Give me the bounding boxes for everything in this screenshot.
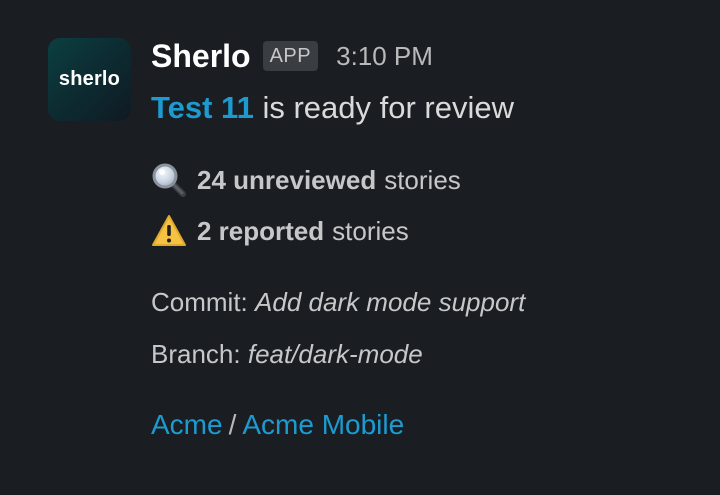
org-link[interactable]: Acme (151, 409, 223, 440)
unreviewed-count: 24 unreviewed (197, 164, 377, 195)
commit-value: Add dark mode support (255, 287, 526, 317)
unreviewed-suffix: stories (384, 164, 461, 195)
branch-value: feat/dark-mode (247, 339, 423, 369)
avatar[interactable]: sherlo (48, 38, 131, 121)
magnifying-glass-icon (151, 162, 189, 198)
branch-line: Branch: feat/dark-mode (151, 336, 423, 372)
warning-icon (151, 213, 189, 249)
sender-name[interactable]: Sherlo (151, 36, 251, 76)
message: sherlo Sherlo APP 3:10 PM Test 11 is rea… (48, 36, 698, 466)
project-link[interactable]: Acme Mobile (242, 409, 404, 440)
reported-stat: 2 reported stories (151, 213, 409, 249)
headline: Test 11 is ready for review (151, 88, 514, 128)
reported-suffix: stories (332, 215, 409, 246)
breadcrumb-separator: / (228, 409, 237, 440)
commit-label: Commit: (151, 287, 248, 317)
commit-line: Commit: Add dark mode support (151, 284, 525, 320)
unreviewed-stat: 24 unreviewed stories (151, 162, 461, 198)
message-content: Sherlo APP 3:10 PM Test 11 is ready for … (151, 36, 698, 466)
reported-count: 2 reported (197, 215, 325, 246)
test-link[interactable]: Test 11 (151, 90, 254, 125)
message-header: Sherlo APP 3:10 PM (151, 36, 433, 76)
avatar-label: sherlo (58, 68, 121, 90)
app-badge: APP (262, 41, 319, 71)
project-breadcrumb: Acme / Acme Mobile (151, 407, 404, 443)
timestamp[interactable]: 3:10 PM (336, 36, 433, 76)
branch-label: Branch: (151, 339, 241, 369)
headline-text: is ready for review (262, 90, 514, 125)
